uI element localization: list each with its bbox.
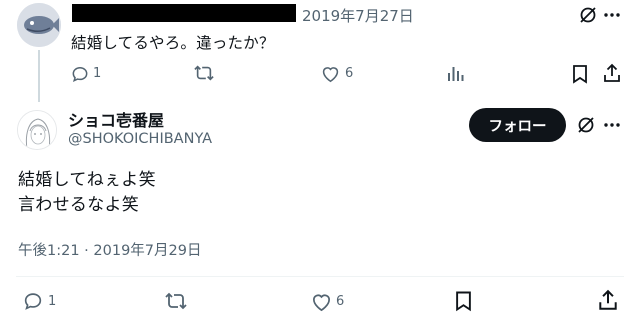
more-options-icon[interactable] [603, 12, 621, 18]
divider [16, 276, 624, 277]
tweet-text-line-2: 言わせるなよ笑 [18, 195, 140, 215]
tweet-timestamp[interactable]: 午後1:21 · 2019年7月29日 [18, 239, 201, 260]
parent-like-count: 6 [345, 66, 354, 81]
parent-avatar[interactable] [17, 3, 61, 47]
more-options-icon[interactable] [603, 122, 621, 128]
retweet-icon[interactable] [164, 290, 188, 312]
thread-connector [38, 50, 40, 102]
like-count: 6 [336, 294, 345, 309]
parent-like-icon[interactable] [320, 64, 341, 83]
redacted-name-block [72, 4, 296, 22]
parent-retweet-icon[interactable] [193, 63, 215, 83]
parent-date[interactable]: 2019年7月27日 [302, 5, 414, 26]
parent-views-icon[interactable] [446, 64, 464, 82]
follow-button[interactable]: フォロー [469, 108, 566, 142]
parent-bookmark-icon[interactable] [572, 64, 588, 84]
main-avatar[interactable] [17, 110, 57, 150]
parent-reply-count: 1 [93, 66, 102, 81]
tweet-text: 結婚してねぇよ笑 言わせるなよ笑 [18, 168, 156, 218]
grok-icon[interactable] [578, 5, 598, 25]
tweet-text-line-1: 結婚してねぇよ笑 [18, 170, 156, 190]
grok-icon[interactable] [576, 115, 596, 135]
parent-share-icon[interactable] [602, 63, 622, 83]
parent-reply-icon[interactable] [70, 64, 90, 84]
bookmark-icon[interactable] [455, 290, 472, 312]
parent-tweet-text: 結婚してるやろ。違ったか？ [71, 34, 275, 52]
reply-icon[interactable] [22, 290, 44, 312]
user-handle[interactable]: @SHOKOICHIBANYA [68, 131, 212, 147]
share-icon[interactable] [597, 289, 619, 311]
like-icon[interactable] [310, 291, 333, 312]
reply-count: 1 [48, 294, 57, 309]
display-name[interactable]: ショコ壱番屋 [68, 107, 164, 131]
